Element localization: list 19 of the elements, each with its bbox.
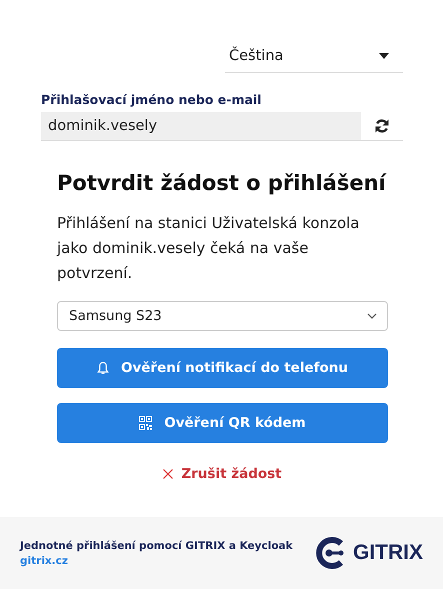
logo-text: GITRIX: [352, 541, 423, 565]
logo-icon: [314, 537, 345, 569]
chevron-icon: [367, 313, 377, 319]
device-select[interactable]: Samsung S23: [57, 301, 388, 331]
verify-button[interactable]: Ověření notifikací do telefonu: [57, 348, 388, 388]
username-field[interactable]: dominik.vesely: [41, 112, 361, 140]
verify-button[interactable]: Ověření QR kódem: [57, 403, 388, 443]
website-link[interactable]: gitrix.cz: [20, 554, 293, 566]
message-text: Přihlášení na stanici Uživatelská konzola jako dominik.vesely čeká na vaše potvrzení.: [57, 213, 360, 284]
refresh-icon: [374, 118, 390, 134]
field-label: Přihlašovací jméno nebo e-mail: [41, 92, 262, 107]
qr-code-icon: [139, 416, 152, 430]
heading: Potvrdit žádost o přihlášení: [57, 171, 388, 195]
close-icon: [163, 469, 174, 479]
caret-icon: [379, 53, 389, 59]
bell-icon: [97, 361, 109, 375]
footer-text: Jednotné přihlášení pomocí GITRIX a Keycloak: [20, 540, 293, 552]
cancel-link[interactable]: Zrušit žádost: [163, 466, 282, 482]
language-select[interactable]: Čeština: [225, 43, 403, 73]
